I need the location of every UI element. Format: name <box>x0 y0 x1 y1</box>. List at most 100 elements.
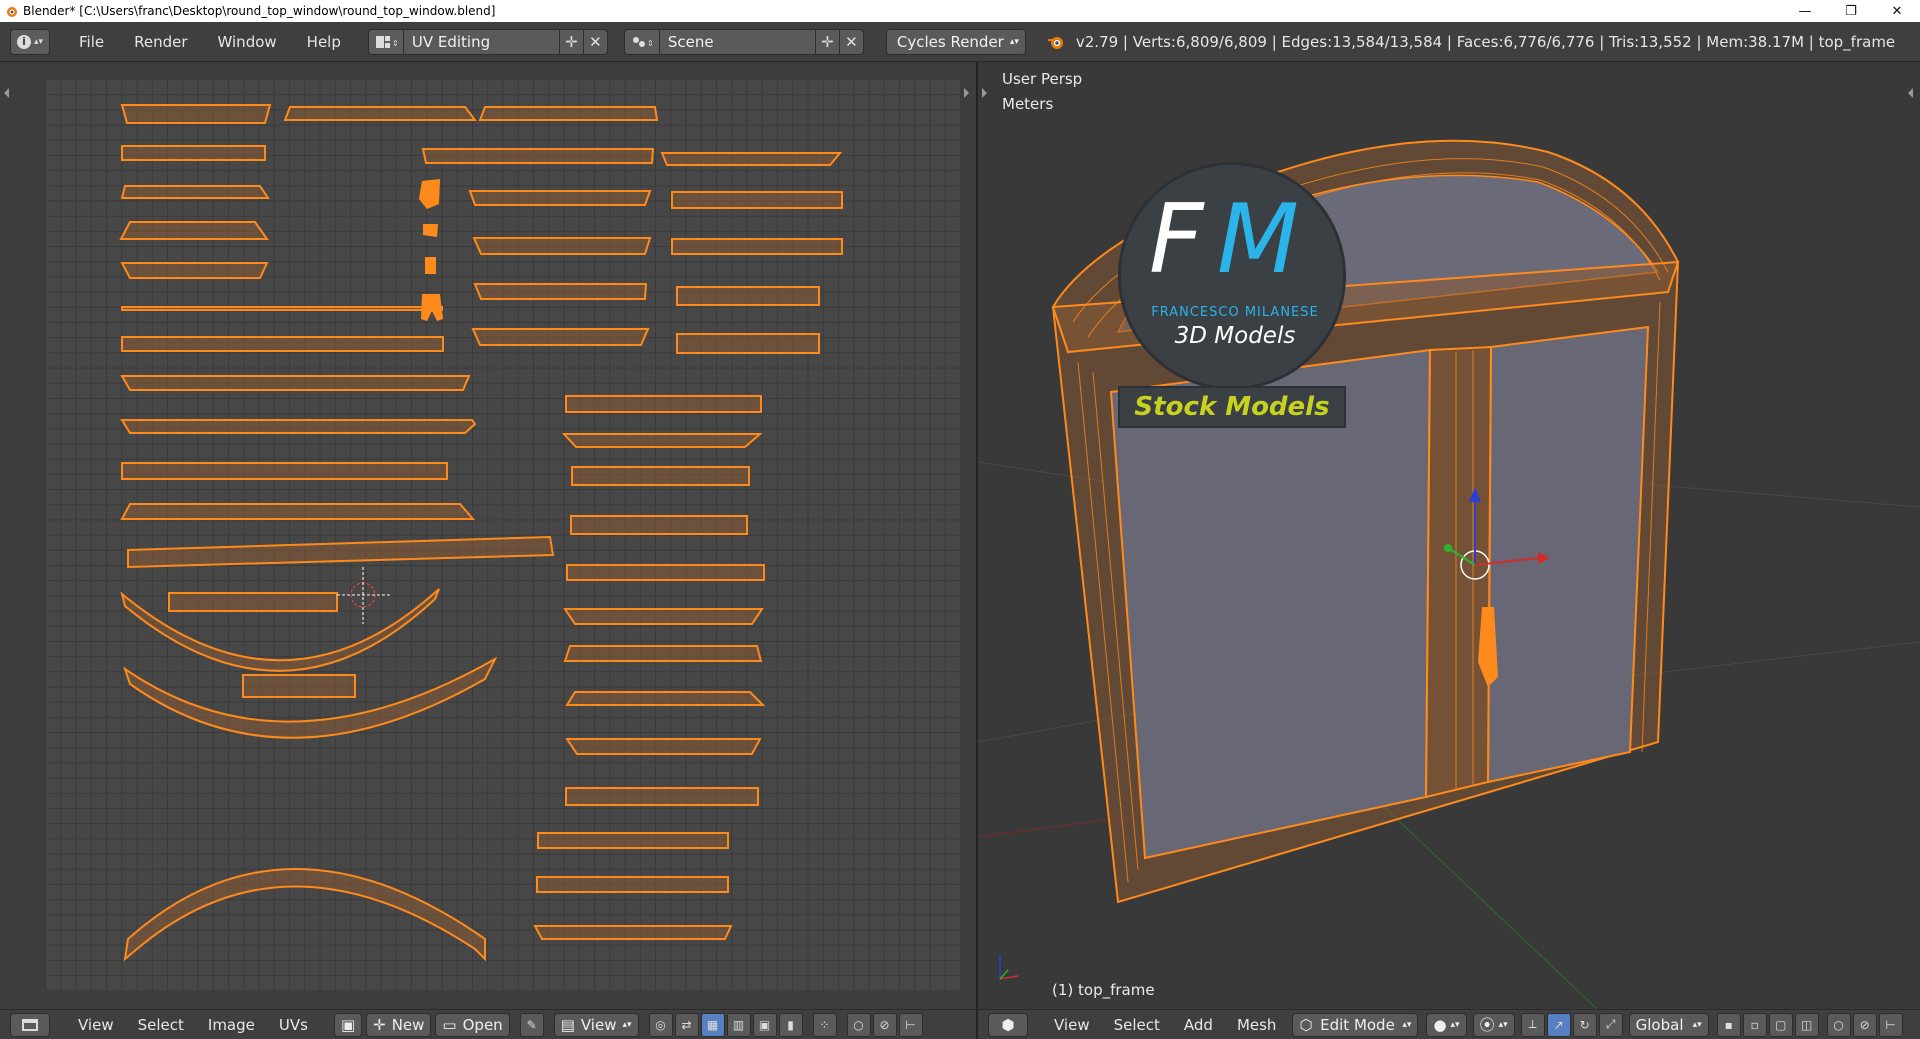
add-screen-icon[interactable]: ✛ <box>559 28 584 55</box>
3d-viewport[interactable]: User Persp Meters (1) top_frame F M FRAN… <box>978 62 1920 1009</box>
face-select-icon[interactable]: ▣ <box>752 1012 777 1037</box>
chevron-updown-icon: ▴▾ <box>33 36 44 47</box>
stock-models-text: Stock Models <box>1134 392 1330 422</box>
uv-menu-view[interactable]: View <box>66 1016 126 1034</box>
maximize-button[interactable]: ❐ <box>1828 0 1874 22</box>
menu-render[interactable]: Render <box>119 33 202 51</box>
snap-element-icon[interactable]: ⊢ <box>898 1012 923 1037</box>
fm-logo-letter-f: F <box>1149 185 1204 295</box>
uv-menu-image[interactable]: Image <box>196 1016 267 1034</box>
chevron-updown-icon: ▴▾ <box>1498 1019 1508 1030</box>
pivot-icon: ⦿ <box>1479 1016 1495 1034</box>
svg-text:⇕: ⇕ <box>647 39 653 48</box>
minimize-button[interactable]: — <box>1782 0 1828 22</box>
pivot-icon[interactable]: ◎ <box>648 1012 673 1037</box>
window-title: Blender* [C:\Users\franc\Desktop\round_t… <box>23 4 496 18</box>
scale-manipulator-icon[interactable]: ⤢ <box>1598 1012 1623 1037</box>
stats-text: v2.79 | Verts:6,809/6,809 | Edges:13,584… <box>1075 32 1896 51</box>
snap-element-icon[interactable]: ⊢ <box>1878 1012 1903 1037</box>
mode-dropdown[interactable]: ⬡ Edit Mode ▴▾ <box>1292 1012 1419 1037</box>
v3d-menu-view[interactable]: View <box>1042 1016 1102 1034</box>
remove-screen-icon[interactable]: ✕ <box>583 28 608 55</box>
chevron-updown-icon: ▴▾ <box>622 1019 632 1030</box>
shading-dropdown[interactable]: ● ▴▾ <box>1426 1012 1467 1037</box>
view-mode-dropdown[interactable]: ▤ View ▴▾ <box>553 1012 639 1037</box>
v3d-menu-add[interactable]: Add <box>1172 1016 1225 1034</box>
window-mesh[interactable] <box>978 62 1920 1009</box>
menu-help[interactable]: Help <box>292 33 356 51</box>
edge-select-icon[interactable]: ▥ <box>726 1012 751 1037</box>
screen-layout-field[interactable]: UV Editing <box>403 28 560 55</box>
vertex-select-icon[interactable]: ▦ <box>700 1012 725 1037</box>
3d-view-header: ⬢ View Select Add Mesh ⬡ Edit Mode ▴▾ ● ▴… <box>978 1009 1920 1039</box>
uv-menu-select[interactable]: Select <box>126 1016 196 1034</box>
fm-logo-letter-m: M <box>1217 185 1299 295</box>
render-engine-dropdown[interactable]: Cycles Render ▴▾ <box>885 28 1026 55</box>
svg-text:⇕: ⇕ <box>392 39 397 48</box>
plus-icon: ✛ <box>373 1015 386 1034</box>
sync-selection-icon[interactable]: ⇄ <box>674 1012 699 1037</box>
sphere-icon: ● <box>1433 1015 1447 1034</box>
pivot-point-dropdown[interactable]: ⦿ ▴▾ <box>1472 1012 1515 1037</box>
add-scene-icon[interactable]: ✛ <box>815 28 840 55</box>
island-select-icon[interactable]: ▮ <box>778 1012 803 1037</box>
chevron-updown-icon: ▴▾ <box>1450 1019 1460 1030</box>
center-mullion <box>1424 345 1493 799</box>
proportional-edit-icon[interactable]: ○ <box>846 1012 871 1037</box>
region-toggle-left-icon[interactable] <box>4 88 9 98</box>
view-mode-label: View <box>580 1015 617 1034</box>
screen-layout-icon[interactable]: ⇕ <box>367 28 404 55</box>
mode-label: Edit Mode <box>1320 1015 1395 1034</box>
open-image-button[interactable]: ▭ Open <box>435 1012 510 1037</box>
scene-field[interactable]: Scene <box>659 28 816 55</box>
orientation-dropdown[interactable]: Global ▴▾ <box>1628 1012 1709 1037</box>
main-menu: File Render Window Help <box>64 33 356 51</box>
region-toggle-right-icon[interactable] <box>964 88 969 98</box>
cube-icon: ⬢ <box>1001 1015 1015 1034</box>
uv-editor-type-selector[interactable] <box>10 1012 50 1037</box>
3d-editor-type-selector[interactable]: ⬢ <box>988 1012 1028 1037</box>
remove-scene-icon[interactable]: ✕ <box>839 28 864 55</box>
proportional-edit-icon[interactable]: ○ <box>1826 1012 1851 1037</box>
screen-layout-selector: ⇕ UV Editing ✛ ✕ <box>367 28 608 55</box>
v3d-menu-mesh[interactable]: Mesh <box>1225 1016 1289 1034</box>
uv-islands[interactable] <box>45 79 960 991</box>
new-image-button[interactable]: ✛ New <box>366 1012 432 1037</box>
chevron-updown-icon: ▴▾ <box>1009 36 1019 47</box>
limit-selection-icon[interactable]: ◫ <box>1794 1012 1819 1037</box>
uv-editor[interactable] <box>0 62 976 1009</box>
uv-grid-canvas[interactable] <box>45 79 960 991</box>
render-engine-label: Cycles Render <box>896 32 1004 51</box>
view-mode-icon: ▤ <box>560 1015 575 1034</box>
sticky-mode-icon[interactable]: ⁘ <box>812 1012 837 1037</box>
stock-models-banner: Stock Models <box>1118 386 1346 428</box>
scene-icon[interactable]: ⇕ <box>623 28 660 55</box>
image-browse-button[interactable]: ▣ <box>333 1012 363 1037</box>
image-icon: ▣ <box>340 1015 356 1034</box>
folder-icon: ▭ <box>442 1015 457 1034</box>
edge-select-mode-icon[interactable]: ▫ <box>1742 1012 1767 1037</box>
scene-selector: ⇕ Scene ✛ ✕ <box>623 28 864 55</box>
close-button[interactable]: ✕ <box>1874 0 1920 22</box>
menu-file[interactable]: File <box>64 33 119 51</box>
translate-manipulator-icon[interactable]: ↗ <box>1546 1012 1571 1037</box>
v3d-menu-select[interactable]: Select <box>1102 1016 1172 1034</box>
pin-icon[interactable]: ✎ <box>519 1012 544 1037</box>
menu-window[interactable]: Window <box>203 33 292 51</box>
right-pane <box>1486 325 1650 784</box>
blender-logo-icon <box>1047 36 1063 49</box>
fm-logo-name: FRANCESCO MILANESE <box>1151 305 1319 320</box>
uv-strips-column-1 <box>119 104 843 962</box>
uv-menu-uvs[interactable]: UVs <box>267 1016 320 1034</box>
vertex-select-mode-icon[interactable]: ▪ <box>1716 1012 1741 1037</box>
open-image-label: Open <box>462 1015 503 1034</box>
editor-type-selector[interactable]: i ▴▾ <box>10 28 50 55</box>
image-editor-icon <box>22 1018 38 1031</box>
manipulator-toggle-icon[interactable]: ⟂ <box>1520 1012 1545 1037</box>
snap-icon[interactable]: ⊘ <box>1852 1012 1877 1037</box>
snap-icon[interactable]: ⊘ <box>872 1012 897 1037</box>
face-select-mode-icon[interactable]: ▢ <box>1768 1012 1793 1037</box>
info-header: i ▴▾ File Render Window Help ⇕ UV Editin… <box>0 22 1920 62</box>
rotate-manipulator-icon[interactable]: ↻ <box>1572 1012 1597 1037</box>
window-controls: — ❐ ✕ <box>1782 0 1920 22</box>
